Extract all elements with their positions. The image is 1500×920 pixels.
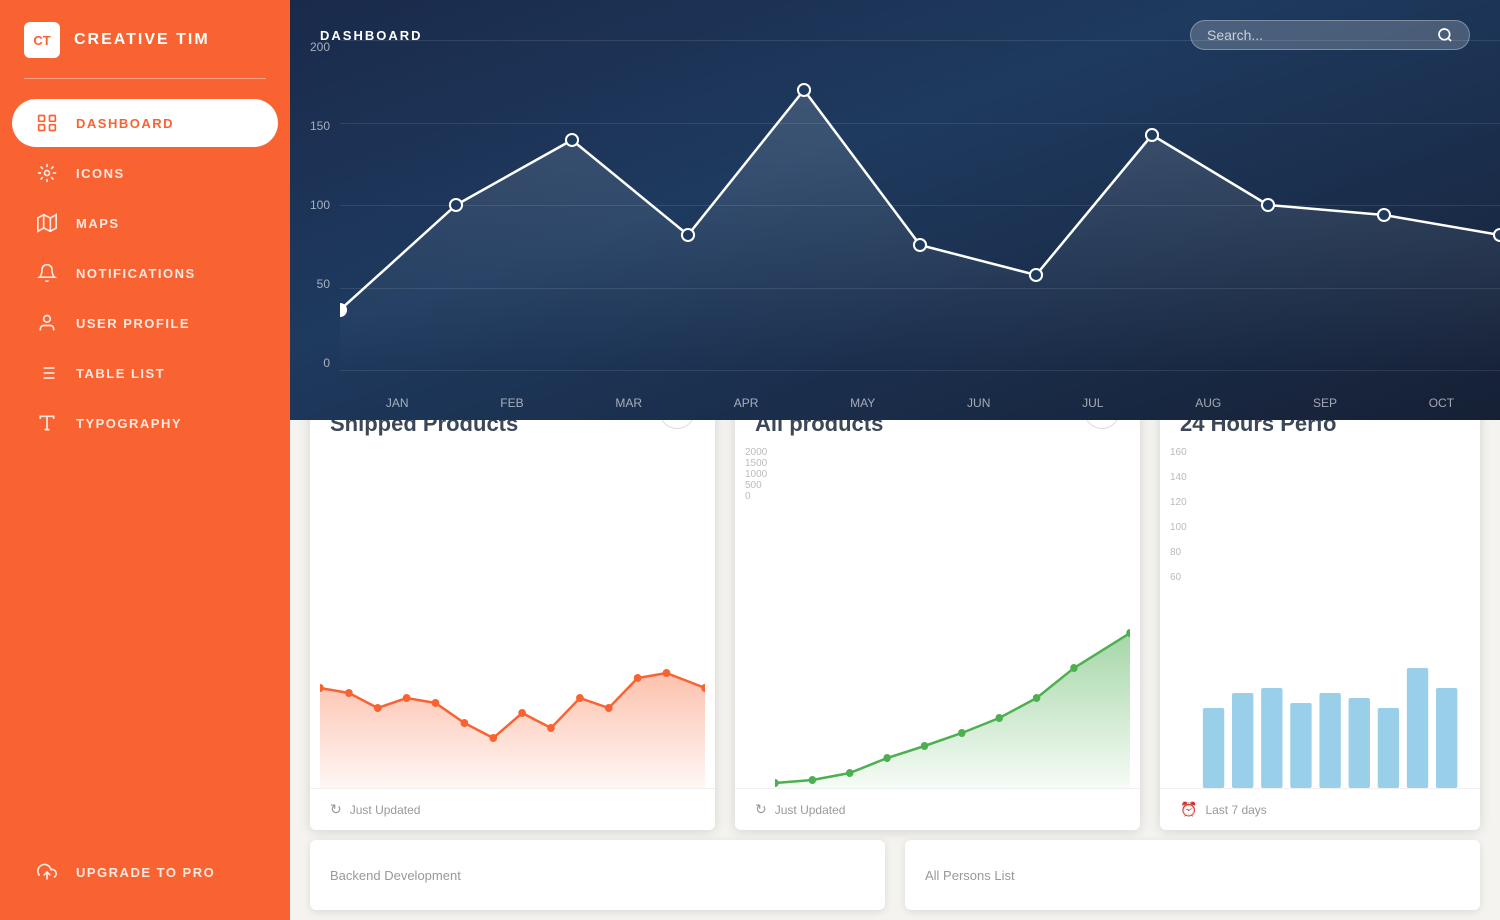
card-chart-shipped [310,447,715,788]
icons-icon [36,162,58,184]
x-label-may: MAY [850,396,875,410]
refresh-icon-products: ↻ [755,801,767,818]
sidebar-divider [24,78,266,79]
page-title: DASHBOARD [320,28,423,43]
y-label-0: 0 [300,356,330,370]
y-label-100: 100 [300,198,330,212]
bottom-card-backend-label: Backend Development [330,868,461,883]
sidebar-item-notifications[interactable]: NOTIFICATIONS [12,249,278,297]
card-footer-products: ↻ Just Updated [735,788,1140,830]
sidebar-item-dashboard[interactable]: DASHBOARD [12,99,278,147]
sidebar-nav: DASHBOARD ICONS MAPS [0,89,290,832]
alarm-icon: ⏰ [1180,801,1197,818]
sidebar-item-table-list[interactable]: TABLE LIST [12,349,278,397]
notification-icon [36,262,58,284]
sidebar-item-typography[interactable]: TYPOGRAPHY [12,399,278,447]
y-axis-labels: 200 150 100 50 0 [290,40,340,370]
x-axis-labels: JAN FEB MAR APR MAY JUN JUL AUG SEP OCT [340,396,1500,410]
logo-badge: CT [24,22,60,58]
upgrade-to-pro-button[interactable]: UPGRADE TO PRO [24,848,266,896]
sidebar-footer: UPGRADE TO PRO [0,832,290,920]
topbar: DASHBOARD [290,0,1500,70]
sidebar-item-label: TABLE LIST [76,366,165,381]
sidebar-item-label: MAPS [76,216,120,231]
card-footer-shipped: ↻ Just Updated [310,788,715,830]
bottom-card-persons: All Persons List [905,840,1480,910]
x-label-mar: MAR [615,396,642,410]
main-line-chart [340,40,1500,370]
card-chart-email [1160,447,1480,788]
footer-text-shipped: Just Updated [350,803,421,817]
cards-area: Global Sales Shipped Products [290,375,1500,920]
user-icon [36,312,58,334]
bottom-card-persons-label: All Persons List [925,868,1015,883]
sidebar-logo: CT CREATIVE TIM [0,0,290,74]
footer-text-products: Just Updated [775,803,846,817]
sidebar-item-label: TYPOGRAPHY [76,416,182,431]
x-label-oct: OCT [1429,396,1454,410]
search-icon [1437,27,1453,43]
main-content: DASHBOARD 200 150 100 50 0 [290,0,1500,920]
card-all-products: 2018 Sales All products 2000150010005000 [735,375,1140,830]
search-input[interactable] [1207,27,1429,43]
card-email-stats: Email Statistics 24 Hours Perfo 16014012… [1160,375,1480,830]
x-label-apr: APR [734,396,759,410]
logo-title: CREATIVE TIM [74,31,210,49]
sidebar-item-label: ICONS [76,166,125,181]
dashboard-icon [36,112,58,134]
search-box[interactable] [1190,20,1470,50]
sidebar-item-label: USER PROFILE [76,316,190,331]
bottom-card-backend: Backend Development [310,840,885,910]
x-label-jun: JUN [967,396,990,410]
y-label-150: 150 [300,119,330,133]
typography-icon [36,412,58,434]
sidebar-item-maps[interactable]: MAPS [12,199,278,247]
card-shipped-products: Global Sales Shipped Products [310,375,715,830]
upgrade-label: UPGRADE TO PRO [76,865,215,880]
sidebar-item-label: DASHBOARD [76,116,174,131]
x-label-aug: AUG [1195,396,1221,410]
x-label-sep: SEP [1313,396,1337,410]
cards-row: Global Sales Shipped Products [310,375,1480,830]
footer-text-email: Last 7 days [1205,803,1266,817]
x-label-jul: JUL [1082,396,1103,410]
y-label-50: 50 [300,277,330,291]
sidebar-item-label: NOTIFICATIONS [76,266,196,281]
bottom-cards-row: Backend Development All Persons List [310,840,1480,910]
sidebar-item-icons[interactable]: ICONS [12,149,278,197]
card-chart-products [735,447,1140,788]
x-label-jan: JAN [386,396,409,410]
refresh-icon-shipped: ↻ [330,801,342,818]
cloud-upload-icon [36,861,58,883]
sidebar: CT CREATIVE TIM DASHBOARD ICONS [0,0,290,920]
x-label-feb: FEB [500,396,523,410]
card-footer-email: ⏰ Last 7 days [1160,788,1480,830]
table-icon [36,362,58,384]
sidebar-item-user-profile[interactable]: USER PROFILE [12,299,278,347]
maps-icon [36,212,58,234]
